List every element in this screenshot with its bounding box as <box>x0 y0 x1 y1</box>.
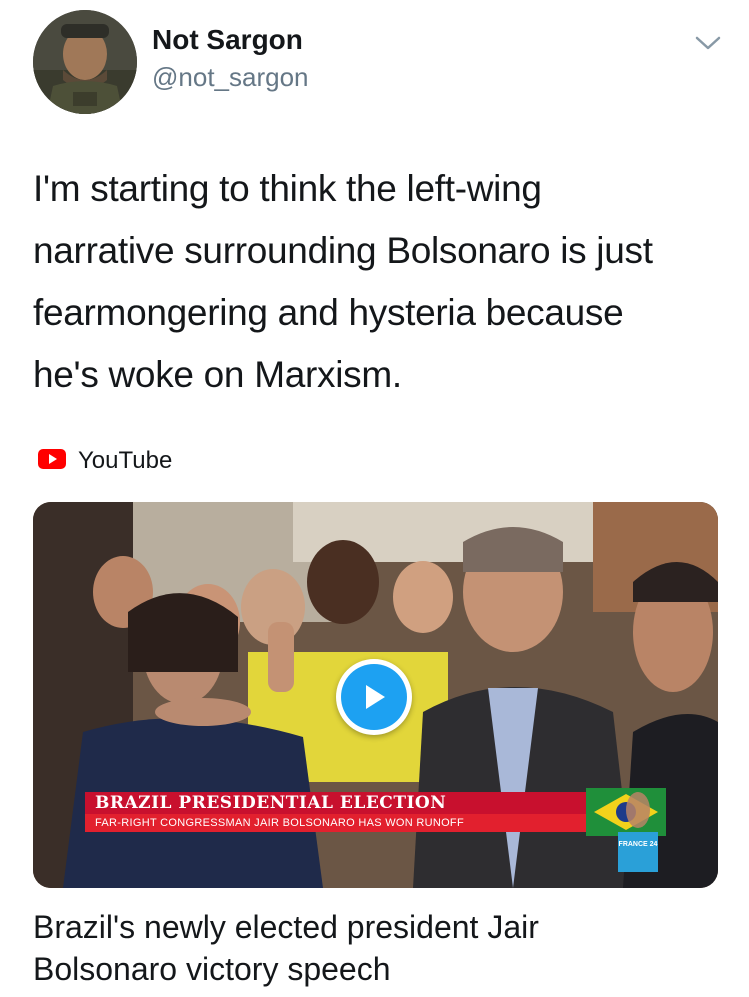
avatar[interactable] <box>33 10 137 114</box>
card-source-label: YouTube <box>78 447 173 474</box>
play-icon <box>341 664 407 730</box>
youtube-icon <box>38 448 66 474</box>
brazil-flag-icon <box>586 788 666 836</box>
play-button[interactable] <box>336 659 412 735</box>
tweet-text-line: narrative surrounding Bolsonaro is just <box>33 230 653 271</box>
chevron-down-icon[interactable] <box>694 34 722 52</box>
display-name[interactable]: Not Sargon <box>152 24 303 56</box>
channel-logo: FRANCE 24 <box>618 832 658 872</box>
card-title-line: Bolsonaro victory speech <box>33 951 391 987</box>
tweet-text-line: I'm starting to think the left-wing <box>33 168 542 209</box>
news-banner-subheadline: FAR-RIGHT CONGRESSMAN JAIR BOLSONARO HAS… <box>85 814 610 832</box>
news-banner: BRAZIL PRESIDENTIAL ELECTION FAR-RIGHT C… <box>85 792 610 832</box>
tweet-text-line: fearmongering and hysteria because <box>33 292 624 333</box>
avatar-image <box>33 10 137 114</box>
news-banner-headline: BRAZIL PRESIDENTIAL ELECTION <box>85 792 610 814</box>
tweet-text: I'm starting to think the left-wing narr… <box>33 158 723 406</box>
card-title-line: Brazil's newly elected president Jair <box>33 909 539 945</box>
user-handle[interactable]: @not_sargon <box>152 62 309 93</box>
card-title[interactable]: Brazil's newly elected president Jair Bo… <box>33 906 723 990</box>
video-card[interactable]: BRAZIL PRESIDENTIAL ELECTION FAR-RIGHT C… <box>33 502 718 888</box>
card-source[interactable]: YouTube <box>38 446 172 476</box>
tweet-text-line: he's woke on Marxism. <box>33 354 402 395</box>
